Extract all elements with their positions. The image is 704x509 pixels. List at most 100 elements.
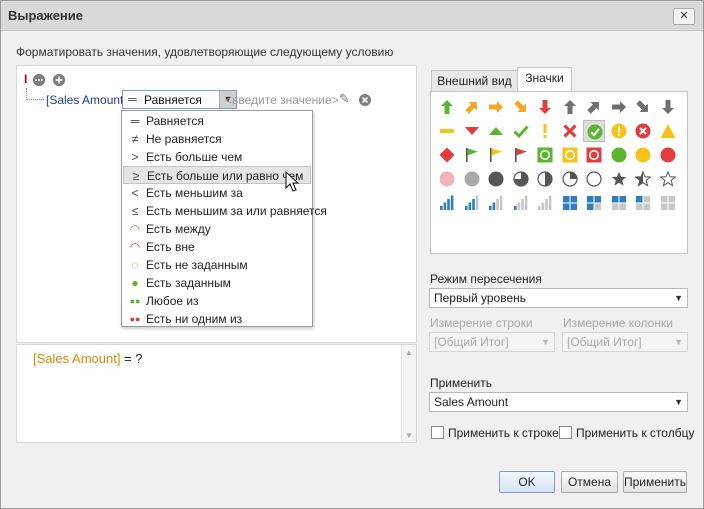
scroll-down-icon[interactable]: ▼ [405, 431, 413, 440]
intersection-mode-select[interactable]: Первый уровень ▼ [429, 288, 688, 308]
operator-option[interactable]: ≥ Есть больше или равно чем [123, 166, 311, 184]
flag-green-icon[interactable] [461, 144, 483, 166]
pie-three-quarter-icon[interactable] [510, 168, 532, 190]
pie-quarter-icon[interactable] [559, 168, 581, 190]
dash-yellow-icon[interactable] [436, 120, 458, 142]
operator-option-label: Равняется [146, 114, 204, 128]
signal-3-icon[interactable] [461, 192, 483, 214]
triangle-down-red-icon[interactable] [461, 120, 483, 142]
circle-exclamation-yellow-icon[interactable] [608, 120, 630, 142]
tab-icons[interactable]: Значки [517, 67, 572, 92]
pie-half-icon[interactable] [534, 168, 556, 190]
scroll-up-icon[interactable]: ▲ [405, 348, 413, 357]
apply-to-value: Sales Amount [434, 395, 509, 409]
condition-field-link[interactable]: [Sales Amount] [46, 93, 127, 107]
circle-check-green-icon[interactable] [583, 120, 605, 142]
operator-option[interactable]: > Есть больше чем [123, 148, 311, 166]
boxes-4-icon[interactable] [559, 192, 581, 214]
arrow-up-right-gray-icon[interactable] [583, 96, 605, 118]
operator-dropdown-list: ═ Равняется ≠ Не равняется > Есть больше чем ≥… [121, 110, 327, 328]
signal-1-icon[interactable] [510, 192, 532, 214]
operator-option[interactable]: ◠ Есть между [123, 220, 311, 238]
arrow-up-gray-icon[interactable] [559, 96, 581, 118]
exclamation-yellow-icon[interactable] [534, 120, 556, 142]
star-full-icon[interactable] [608, 168, 630, 190]
close-button[interactable]: ✕ [673, 8, 695, 25]
column-dimension-select[interactable]: [Общий Итог] ▼ [562, 332, 688, 352]
circle-green-icon[interactable] [608, 144, 630, 166]
apply-to-select[interactable]: Sales Amount ▼ [429, 392, 688, 412]
star-half-icon[interactable] [632, 168, 654, 190]
arrow-down-right-orange-icon[interactable] [510, 96, 532, 118]
operator-option-label: Есть ни одним из [146, 312, 243, 326]
star-empty-icon[interactable] [657, 168, 679, 190]
operator-option[interactable]: < Есть меньшим за [123, 184, 311, 202]
circle-yellow-icon[interactable] [632, 144, 654, 166]
check-green-icon[interactable] [510, 120, 532, 142]
cancel-button[interactable]: Отмена [561, 471, 618, 493]
apply-to-row-label[interactable]: Применить к строке [448, 426, 559, 440]
square-circle-red-icon[interactable] [583, 144, 605, 166]
operator-option[interactable]: ═ Равняется [123, 112, 311, 130]
chevron-down-icon: ▼ [674, 293, 683, 303]
flag-red-icon[interactable] [510, 144, 532, 166]
arrow-up-green-icon[interactable] [436, 96, 458, 118]
diamond-red-icon[interactable] [436, 144, 458, 166]
operator-combobox[interactable]: ═ Равняется ▼ [122, 90, 237, 109]
flag-yellow-icon[interactable] [485, 144, 507, 166]
operator-option[interactable]: ≠ Не равняется [123, 130, 311, 148]
apply-to-row-checkbox[interactable] [431, 426, 444, 439]
group-menu-icon[interactable] [33, 74, 45, 86]
operator-option[interactable]: ●● Есть ни одним из [123, 310, 311, 328]
expression-dialog: Выражение ✕ Форматировать значения, удов… [0, 0, 704, 509]
boxes-0-icon[interactable] [657, 192, 679, 214]
square-circle-yellow-icon[interactable] [559, 144, 581, 166]
circle-dark-icon[interactable] [485, 168, 507, 190]
arrow-right-gray-icon[interactable] [608, 96, 630, 118]
greater-or-equal-icon: ≥ [132, 169, 140, 183]
apply-to-column-label[interactable]: Применить к столбцу [576, 426, 694, 440]
signal-4-icon[interactable] [436, 192, 458, 214]
arrow-up-right-orange-icon[interactable] [461, 96, 483, 118]
row-dimension-select[interactable]: [Общий Итог] ▼ [429, 332, 555, 352]
edit-pencil-icon[interactable]: ✎ [339, 91, 350, 107]
arrow-down-right-gray-icon[interactable] [632, 96, 654, 118]
boxes-2-icon[interactable] [608, 192, 630, 214]
cross-red-icon[interactable] [559, 120, 581, 142]
greater-icon: > [131, 150, 139, 164]
boxes-3-icon[interactable] [583, 192, 605, 214]
operator-option[interactable]: ≤ Есть меньшим за или равняется [123, 202, 327, 220]
ok-button[interactable]: OK [499, 471, 555, 493]
arrow-right-orange-icon[interactable] [485, 96, 507, 118]
expression-operator: = ? [120, 351, 143, 366]
signal-2-icon[interactable] [485, 192, 507, 214]
boxes-1-icon[interactable] [632, 192, 654, 214]
circle-red-icon[interactable] [657, 144, 679, 166]
circle-gray-icon[interactable] [461, 168, 483, 190]
arrow-down-red-icon[interactable] [534, 96, 556, 118]
triangle-up-green-icon[interactable] [485, 120, 507, 142]
operator-option[interactable]: ◠ Есть вне [123, 238, 311, 256]
remove-condition-icon[interactable] [359, 94, 371, 109]
any-of-icon: ●● [129, 296, 141, 306]
arrow-down-gray-icon[interactable] [657, 96, 679, 118]
operator-option[interactable]: ● Есть заданным [123, 274, 311, 292]
tab-appearance[interactable]: Внешний вид [431, 70, 518, 92]
apply-button[interactable]: Применить [623, 471, 687, 493]
none-of-icon: ●● [129, 314, 141, 324]
expression-editor[interactable]: [Sales Amount] = ? ▲ ▼ [16, 344, 417, 443]
operator-option[interactable]: ◌ Есть не заданным [123, 256, 311, 274]
signal-0-icon[interactable] [534, 192, 556, 214]
circle-pink-icon[interactable] [436, 168, 458, 190]
square-circle-green-icon[interactable] [534, 144, 556, 166]
triangle-yellow-icon[interactable] [657, 120, 679, 142]
circle-empty-icon[interactable] [583, 168, 605, 190]
apply-to-column-checkbox[interactable] [559, 426, 572, 439]
vertical-scrollbar[interactable]: ▲ ▼ [401, 345, 416, 442]
tree-root-icon[interactable]: I [24, 72, 27, 86]
add-condition-icon[interactable] [53, 74, 65, 86]
operator-option[interactable]: ●● Любое из [123, 292, 311, 310]
value-placeholder[interactable]: <введите значение> [225, 93, 339, 107]
mouse-cursor-icon [285, 171, 300, 192]
circle-cross-red-icon[interactable] [632, 120, 654, 142]
